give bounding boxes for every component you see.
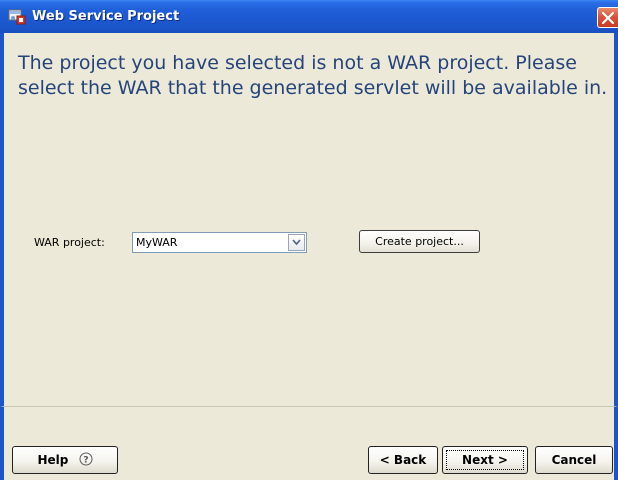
svg-text:?: ? xyxy=(83,456,88,466)
button-bar: Help ? < Back Next > Cancel xyxy=(0,406,618,480)
instruction-message: The project you have selected is not a W… xyxy=(18,52,608,99)
help-button-label: Help xyxy=(37,453,69,467)
content-panel: The project you have selected is not a W… xyxy=(0,33,618,406)
close-button[interactable] xyxy=(597,7,618,28)
war-project-dropdown[interactable]: MyWAR xyxy=(132,232,307,253)
next-button[interactable]: Next > xyxy=(442,446,528,474)
cancel-button[interactable]: Cancel xyxy=(535,446,613,474)
web-service-project-icon xyxy=(8,7,26,25)
title-bar[interactable]: Web Service Project xyxy=(0,0,618,33)
chevron-down-icon xyxy=(292,239,301,246)
dropdown-button[interactable] xyxy=(288,234,305,251)
close-icon xyxy=(601,11,615,25)
war-project-label: WAR project: xyxy=(34,236,105,249)
next-button-label: Next > xyxy=(462,453,508,467)
create-project-button[interactable]: Create project... xyxy=(359,230,480,253)
back-button[interactable]: < Back xyxy=(368,446,438,474)
window-title: Web Service Project xyxy=(32,9,180,24)
web-service-project-dialog: Web Service Project The project you have… xyxy=(0,0,618,480)
war-project-selected-value: MyWAR xyxy=(136,236,178,249)
help-button[interactable]: Help ? xyxy=(12,446,118,474)
question-circle-icon: ? xyxy=(79,452,93,466)
